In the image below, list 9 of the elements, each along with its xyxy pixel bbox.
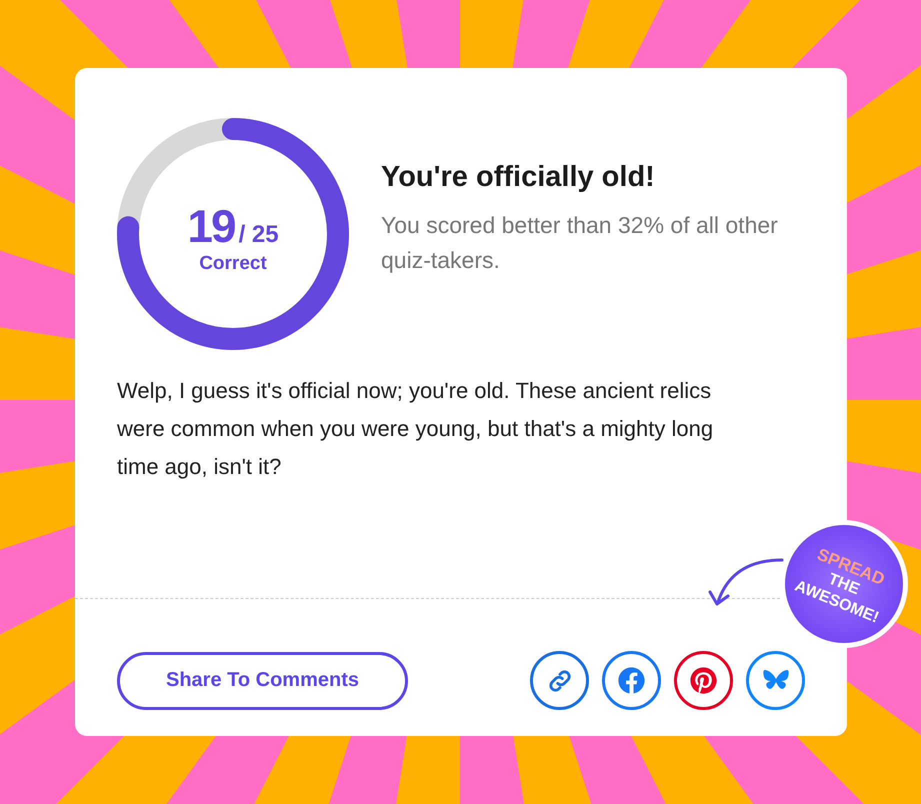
result-title: You're officially old! xyxy=(381,160,656,194)
share-to-comments-button[interactable]: Share To Comments xyxy=(117,652,408,710)
score-total: / 25 xyxy=(238,221,279,249)
pinterest-icon xyxy=(690,667,717,694)
result-subtitle: You scored better than 32% of all other quiz-takers. xyxy=(381,210,779,275)
score-label: Correct xyxy=(199,253,267,275)
result-description: Welp, I guess it's official now; you're old. These ancient relics were common when you were young, but that's a mighty long time ago, isn't it? xyxy=(117,377,714,481)
facebook-icon xyxy=(618,667,645,694)
score-value: 19 xyxy=(187,199,235,253)
